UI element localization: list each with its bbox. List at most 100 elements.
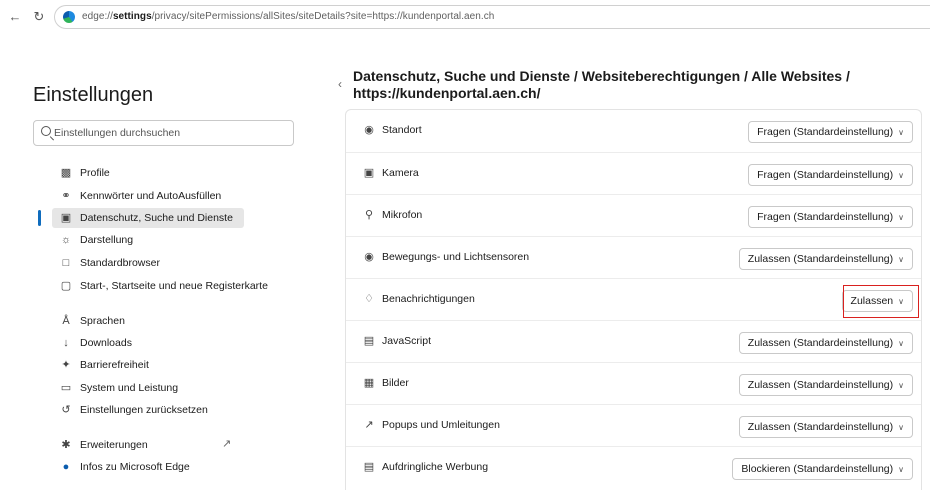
- sidebar-item-extensions[interactable]: ✱ Erweiterungen: [52, 435, 244, 455]
- javascript-icon: ▤: [363, 335, 375, 347]
- permission-row-camera: ▣ Kamera Fragen (Standardeinstellung) ∨: [346, 152, 921, 194]
- permission-label: Bilder: [382, 377, 409, 389]
- address-bar[interactable]: edge://settings/privacy/sitePermissions/…: [54, 5, 930, 29]
- browser-toolbar: ← ↻ edge://settings/privacy/sitePermissi…: [0, 0, 930, 34]
- sidebar-item-reset[interactable]: ↺ Einstellungen zurücksetzen: [52, 400, 244, 420]
- chevron-down-icon: ∨: [898, 127, 904, 137]
- sidebar-item-about[interactable]: ● Infos zu Microsoft Edge: [52, 457, 244, 477]
- location-icon: ◉: [364, 124, 374, 136]
- sidebar-item-label: Kennwörter und AutoAusfüllen: [80, 190, 222, 202]
- sidebar-item-label: Darstellung: [80, 234, 134, 246]
- laptop-icon: ▭: [60, 381, 72, 394]
- language-icon: Å: [62, 314, 70, 327]
- breadcrumb-site: https://kundenportal.aen.ch/: [353, 85, 541, 101]
- permission-select-javascript[interactable]: Zulassen (Standardeinstellung) ∨: [738, 332, 913, 354]
- permission-row-location: ◉ Standort Fragen (Standardeinstellung) ∨: [346, 110, 921, 152]
- search-input[interactable]: [54, 125, 284, 141]
- permission-select-popups[interactable]: Zulassen (Standardeinstellung) ∨: [738, 416, 913, 438]
- sidebar-item-label: System und Leistung: [80, 382, 179, 394]
- permission-row-images: ▦ Bilder Zulassen (Standardeinstellung) ∨: [346, 362, 921, 404]
- sidebar-item-downloads[interactable]: ↓ Downloads: [52, 333, 244, 353]
- bell-icon: ♢: [364, 293, 374, 305]
- sidebar-item-label: Barrierefreiheit: [80, 359, 149, 371]
- sidebar-item-passwords[interactable]: ⚭ Kennwörter und AutoAusfüllen: [52, 186, 244, 206]
- permission-row-popups: ↗ Popups und Umleitungen Zulassen (Stand…: [346, 404, 921, 446]
- sidebar-item-label: Start-, Startseite und neue Registerkart…: [80, 280, 268, 292]
- chevron-down-icon: ∨: [898, 296, 904, 306]
- camera-icon: ▣: [363, 167, 375, 179]
- accessibility-icon: ✦: [61, 358, 71, 371]
- download-icon: ↓: [63, 336, 69, 349]
- sidebar-item-default-browser[interactable]: □ Standardbrowser: [52, 253, 244, 273]
- permission-label: Kamera: [382, 167, 419, 179]
- sidebar-item-profile[interactable]: ▩ Profile: [52, 163, 244, 183]
- edge-logo-icon: [63, 11, 75, 23]
- sidebar-item-label: Standardbrowser: [80, 257, 160, 269]
- sidebar-item-label: Erweiterungen: [80, 439, 148, 451]
- image-icon: ▦: [363, 377, 375, 389]
- permission-row-ads: ▤ Aufdringliche Werbung Blockieren (Stan…: [346, 446, 921, 488]
- permission-select-location[interactable]: Fragen (Standardeinstellung) ∨: [748, 121, 913, 143]
- sidebar-item-label: Downloads: [80, 337, 132, 349]
- chevron-down-icon: ∨: [898, 422, 904, 432]
- refresh-icon[interactable]: ↻: [32, 10, 46, 24]
- sidebar-item-accessibility[interactable]: ✦ Barrierefreiheit: [52, 355, 244, 375]
- permission-row-notifications: ♢ Benachrichtigungen Zulassen ∨: [346, 278, 921, 320]
- sidebar-item-label: Einstellungen zurücksetzen: [80, 404, 208, 416]
- breadcrumb: Datenschutz, Suche und Dienste / Website…: [353, 68, 913, 102]
- sidebar-item-label: Infos zu Microsoft Edge: [80, 461, 190, 473]
- permission-label: Aufdringliche Werbung: [382, 461, 489, 473]
- chevron-down-icon: ∨: [898, 338, 904, 348]
- chevron-down-icon: ∨: [898, 464, 904, 474]
- sidebar-item-label: Profile: [80, 167, 110, 179]
- permission-label: Standort: [382, 124, 422, 136]
- permission-select-camera[interactable]: Fragen (Standardeinstellung) ∨: [748, 164, 913, 186]
- permission-label: Popups und Umleitungen: [382, 419, 500, 431]
- home-tab-icon: ▢: [60, 279, 72, 292]
- permission-row-sensors: ◉ Bewegungs- und Lichtsensoren Zulassen …: [346, 236, 921, 278]
- reset-icon: ↺: [61, 403, 71, 416]
- permission-select-sensors[interactable]: Zulassen (Standardeinstellung) ∨: [738, 248, 913, 270]
- search-icon: [41, 126, 51, 136]
- chevron-down-icon: ∨: [898, 380, 904, 390]
- chevron-left-icon[interactable]: ‹: [338, 77, 342, 91]
- key-icon: ⚭: [61, 189, 71, 202]
- back-arrow-icon[interactable]: ←: [8, 10, 22, 24]
- open-external-icon[interactable]: ↗: [222, 437, 231, 450]
- permission-row-microphone: ⚲ Mikrofon Fragen (Standardeinstellung) ∨: [346, 194, 921, 236]
- permission-select-notifications[interactable]: Zulassen ∨: [841, 290, 913, 312]
- settings-title: Einstellungen: [33, 84, 154, 106]
- permission-label: Bewegungs- und Lichtsensoren: [382, 251, 530, 263]
- sidebar-item-start-page[interactable]: ▢ Start-, Startseite und neue Registerka…: [52, 276, 282, 296]
- extensions-icon: ✱: [61, 438, 71, 451]
- permission-select-microphone[interactable]: Fragen (Standardeinstellung) ∨: [748, 206, 913, 228]
- sensor-icon: ◉: [364, 251, 374, 263]
- microphone-icon: ⚲: [364, 209, 374, 221]
- settings-search[interactable]: [33, 120, 294, 146]
- sidebar-item-privacy[interactable]: ▣ Datenschutz, Suche und Dienste: [52, 208, 244, 228]
- chevron-down-icon: ∨: [898, 170, 904, 180]
- sidebar-item-languages[interactable]: Å Sprachen: [52, 311, 244, 331]
- permission-label: JavaScript: [382, 335, 432, 347]
- permission-label: Benachrichtigungen: [382, 293, 475, 305]
- ad-icon: ▤: [363, 461, 375, 473]
- popup-icon: ↗: [364, 419, 374, 431]
- permission-label: Mikrofon: [382, 209, 423, 221]
- browser-icon: □: [62, 256, 70, 269]
- chevron-down-icon: ∨: [898, 212, 904, 222]
- edge-icon: ●: [62, 460, 70, 473]
- breadcrumb-path: Datenschutz, Suche und Dienste / Website…: [353, 68, 850, 84]
- sidebar-item-appearance[interactable]: ☼ Darstellung: [52, 230, 244, 250]
- sidebar-item-label: Sprachen: [80, 315, 125, 327]
- permission-row-javascript: ▤ JavaScript Zulassen (Standardeinstellu…: [346, 320, 921, 362]
- sidebar-item-label: Datenschutz, Suche und Dienste: [80, 212, 233, 224]
- permission-select-images[interactable]: Zulassen (Standardeinstellung) ∨: [738, 374, 913, 396]
- profile-icon: ▩: [60, 166, 72, 179]
- chevron-down-icon: ∨: [898, 254, 904, 264]
- active-indicator: [38, 210, 41, 226]
- sidebar-item-system[interactable]: ▭ System und Leistung: [52, 378, 244, 398]
- palette-icon: ☼: [60, 233, 72, 246]
- lock-icon: ▣: [60, 211, 72, 224]
- permission-select-ads[interactable]: Blockieren (Standardeinstellung) ∨: [732, 458, 913, 480]
- permissions-card: ◉ Standort Fragen (Standardeinstellung) ∨…: [345, 109, 922, 490]
